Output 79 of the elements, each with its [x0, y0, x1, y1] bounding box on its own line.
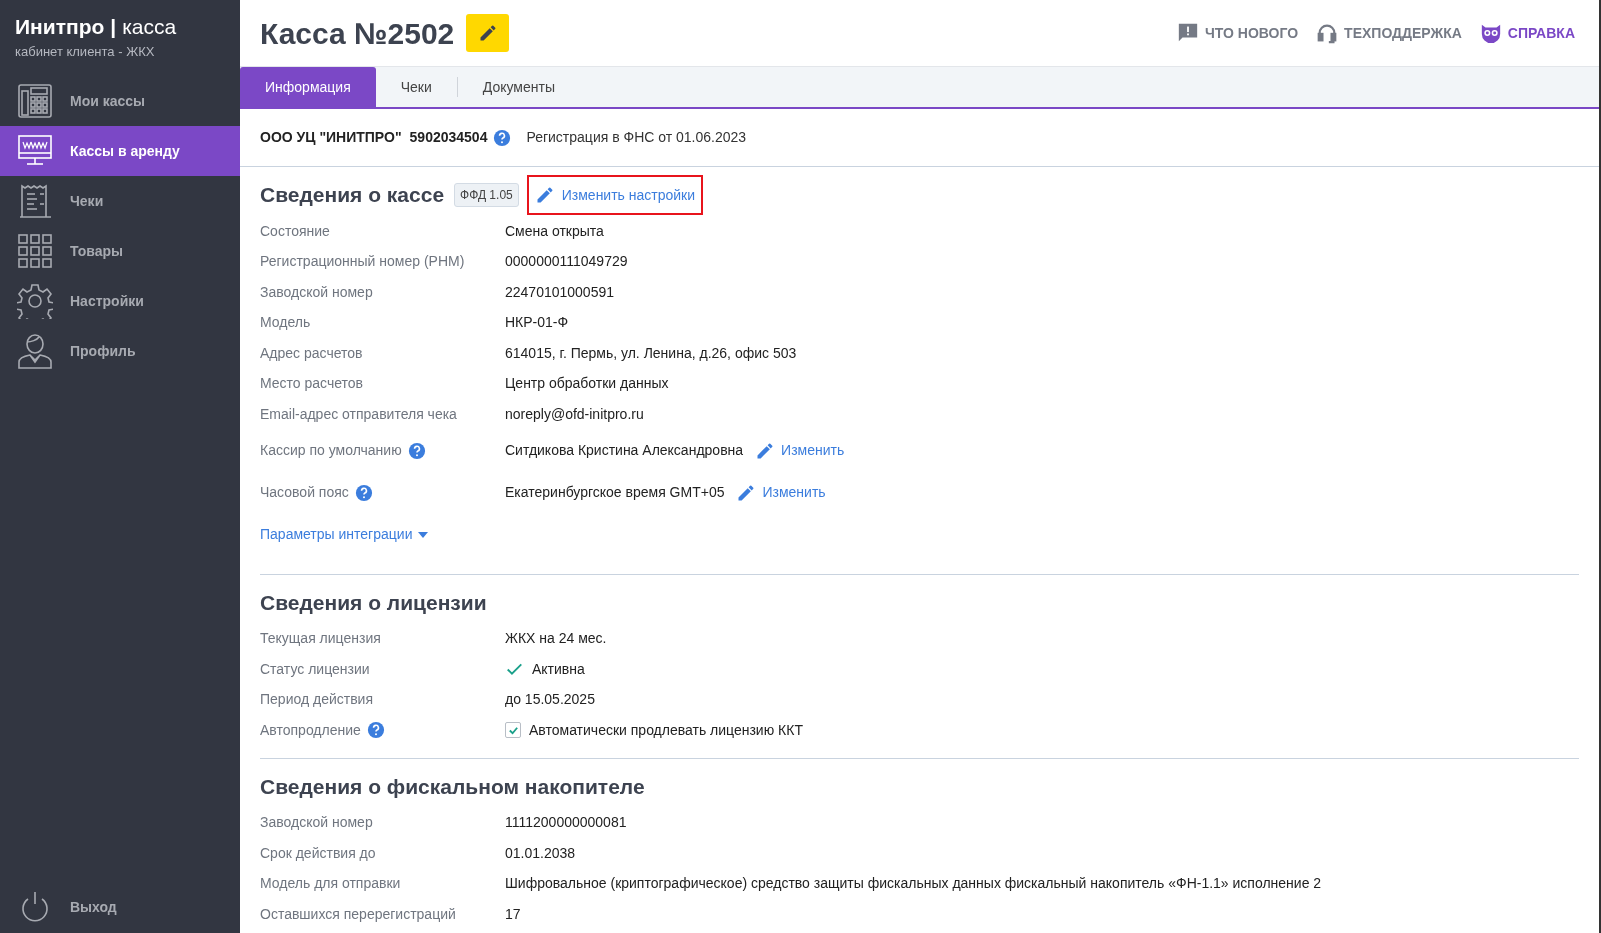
field-value: 01.01.2038	[505, 843, 576, 863]
field-value: до 15.05.2025	[505, 690, 595, 710]
change-settings-link[interactable]: Изменить настройки	[526, 175, 704, 215]
nav-item[interactable]: Настройки	[0, 276, 240, 326]
change-link[interactable]: Изменить	[736, 482, 826, 503]
field-value: Шифровальное (криптографическое) средство защиты фискальных данных фискальный накопитель «ФН-1.1» исполнение 2	[505, 874, 1322, 894]
change-link[interactable]: Изменить	[755, 440, 845, 461]
logout-item[interactable]: Выход	[0, 882, 240, 932]
field-value: 614015, г. Пермь, ул. Ленина, д.26, офис 503	[505, 343, 797, 363]
field-label: Модель для отправки	[260, 874, 401, 894]
help-icon[interactable]	[493, 128, 512, 147]
nav-item[interactable]: Мои кассы	[0, 76, 240, 126]
section-title: Сведения о лицензии	[260, 589, 487, 616]
header-link[interactable]: ТЕХПОДДЕРЖКА	[1316, 22, 1462, 44]
tab[interactable]: Документы	[457, 67, 580, 107]
field-label: Регистрационный номер (РНМ)	[260, 252, 465, 272]
receipt-icon	[17, 183, 53, 219]
inn-number: 5902034504	[409, 128, 488, 147]
headset-icon	[1316, 22, 1339, 44]
field-label: Часовой пояс	[260, 483, 349, 502]
logo-separator: |	[110, 14, 117, 40]
field-value: Ситдикова Кристина Александровна	[505, 441, 744, 460]
field-label: Адрес расчетов	[260, 343, 363, 363]
page-title: Касса №2502	[260, 15, 455, 52]
edit-title-button[interactable]	[466, 14, 510, 52]
field-value: Екатеринбургское время GMT+05	[505, 483, 725, 502]
field-label: Заводской номер	[260, 813, 373, 833]
product-name: касса	[122, 14, 177, 40]
tab[interactable]: Информация	[240, 67, 376, 107]
integration-settings-toggle[interactable]: Параметры интеграции	[260, 519, 1579, 550]
checkbox[interactable]	[505, 722, 521, 739]
section-title: Сведения о фискальном накопителе	[260, 773, 645, 800]
field-label: Email-адрес отправителя чека	[260, 404, 457, 424]
settings-icon	[17, 283, 53, 319]
field-value: Автоматически продлевать лицензию ККТ	[529, 720, 803, 740]
header-link[interactable]: СПРАВКА	[1479, 22, 1575, 44]
field-label: Срок действия до	[260, 843, 376, 863]
section-title: Сведения о кассе	[260, 182, 445, 209]
nav-item[interactable]: Чеки	[0, 176, 240, 226]
message-icon	[1176, 22, 1199, 44]
field-value: Активна	[532, 659, 585, 679]
logo-subtitle: кабинет клиента - ЖКХ	[15, 43, 156, 61]
organization-name: ООО УЦ "ИНИТПРО"	[260, 128, 402, 147]
field-value: 1111200000000081	[505, 813, 627, 833]
owl-icon	[1479, 22, 1502, 44]
field-label: Заводской номер	[260, 282, 373, 302]
field-label: Статус лицензии	[260, 659, 370, 679]
field-label: Кассир по умолчанию	[260, 441, 402, 460]
brand-name: Инитпро	[15, 14, 105, 40]
help-icon[interactable]	[366, 721, 385, 740]
caret-icon	[418, 531, 429, 538]
tab[interactable]: Чеки	[375, 67, 457, 107]
grid-icon	[17, 233, 53, 269]
field-label: Состояние	[260, 221, 330, 241]
field-value: 17	[505, 904, 521, 924]
header-link[interactable]: ЧТО НОВОГО	[1176, 22, 1299, 44]
field-value: 22470101000591	[505, 282, 614, 302]
person-icon	[17, 333, 53, 369]
field-label: Оставшихся перерегистраций	[260, 904, 456, 924]
field-value: Центр обработки данных	[505, 374, 669, 394]
field-value: НКР-01-Ф	[505, 313, 569, 333]
field-value: Смена открыта	[505, 221, 604, 241]
nav-item[interactable]: Профиль	[0, 326, 240, 376]
format-badge: ФФД 1.05	[454, 183, 519, 207]
field-label: Период действия	[260, 690, 374, 710]
field-value: 0000000111049729	[505, 252, 628, 272]
registration-date: Регистрация в ФНС от 01.06.2023	[526, 128, 747, 147]
field-value: noreply@ofd-initpro.ru	[505, 404, 644, 424]
check-icon	[507, 724, 519, 736]
field-label: Место расчетов	[260, 374, 364, 394]
help-icon[interactable]	[354, 483, 373, 502]
nav-item[interactable]: Кассы в аренду	[0, 126, 240, 176]
nav-item[interactable]: Товары	[0, 226, 240, 276]
field-label: Текущая лицензия	[260, 629, 381, 649]
phone-icon	[17, 83, 53, 119]
field-value: ЖКХ на 24 мес.	[505, 629, 607, 649]
field-label: Автопродление	[260, 720, 361, 740]
help-icon[interactable]	[407, 441, 426, 460]
field-label: Модель	[260, 313, 311, 333]
